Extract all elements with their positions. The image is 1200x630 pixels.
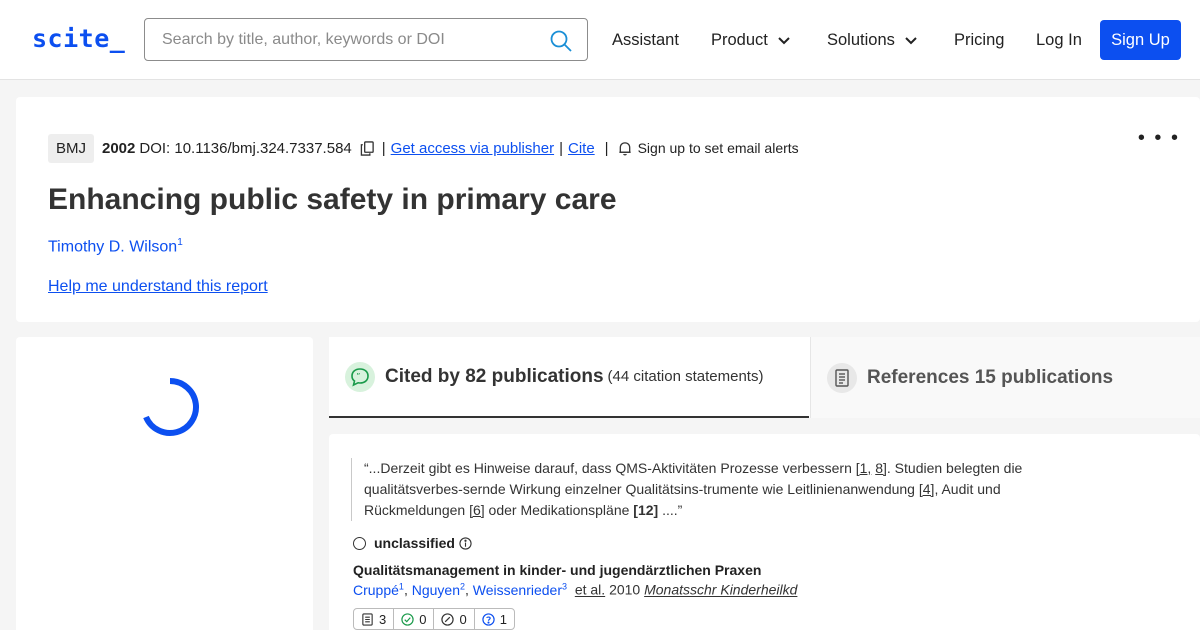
- tab-cited-by[interactable]: ” Cited by 82 publications (44 citation …: [329, 337, 809, 418]
- citing-author-link[interactable]: Weissenrieder3: [472, 581, 568, 598]
- chevron-down-icon: [905, 36, 917, 44]
- citing-author-link[interactable]: Nguyen2: [411, 581, 465, 598]
- et-al-link[interactable]: et al.: [575, 582, 605, 598]
- citation-statements-count: (44 citation statements): [607, 368, 764, 385]
- citation-snippet: “...Derzeit gibt es Hinweise darauf, das…: [351, 458, 1051, 521]
- nav-pricing-label: Pricing: [954, 31, 1005, 49]
- classification-label: unclassified: [374, 535, 455, 551]
- separator: |: [559, 139, 563, 157]
- contrasting-circle-icon: [441, 612, 455, 626]
- document-icon: [362, 612, 373, 626]
- nav-login[interactable]: Log In: [1036, 31, 1082, 50]
- snippet-text: ....”: [658, 502, 683, 518]
- author-name: Timothy D. Wilson: [48, 238, 178, 256]
- supporting-count: 0: [419, 611, 427, 627]
- citing-publication-year: 2010: [609, 581, 641, 598]
- journal-badge: BMJ: [48, 133, 94, 163]
- citing-author-sup: 1: [398, 581, 404, 591]
- unclassified-count: 1: [499, 611, 507, 627]
- cited-by-label: Cited by 82 publications: [385, 365, 604, 387]
- bell-icon[interactable]: [618, 141, 632, 156]
- supporting-stat[interactable]: 0: [394, 609, 435, 629]
- unclassified-stat[interactable]: 1: [475, 609, 514, 629]
- article-header-card: BMJ 2002 DOI: 10.1136/bmj.324.7337.584 |…: [16, 97, 1200, 322]
- article-meta-row: BMJ 2002 DOI: 10.1136/bmj.324.7337.584 |…: [48, 133, 799, 163]
- classification-radio[interactable]: [353, 536, 366, 550]
- author-affiliation-sup: 1: [177, 237, 183, 248]
- citing-journal-link[interactable]: Monatsschr Kinderheilkd: [644, 582, 797, 598]
- citation-statement-card: “...Derzeit gibt es Hinweise darauf, das…: [329, 434, 1200, 630]
- author-link[interactable]: Timothy D. Wilson1: [48, 237, 183, 256]
- citation-tallies: 3 0 0 1: [353, 608, 515, 630]
- nav-solutions-dropdown[interactable]: Solutions: [827, 31, 917, 50]
- contrasting-stat[interactable]: 0: [434, 609, 475, 629]
- nav-pricing[interactable]: Pricing: [954, 31, 1004, 50]
- question-circle-icon: [482, 612, 495, 626]
- contrasting-count: 0: [459, 611, 467, 627]
- mentions-count: 3: [379, 611, 387, 627]
- nav-assistant-label: Assistant: [612, 31, 679, 49]
- citing-author-sup: 3: [562, 581, 568, 591]
- mentions-stat[interactable]: 3: [354, 609, 395, 629]
- access-publisher-link[interactable]: Get access via publisher: [391, 140, 554, 157]
- nav-solutions-label: Solutions: [827, 31, 895, 49]
- top-nav: scite_ Assistant Product Solutions Prici…: [0, 0, 1200, 80]
- cite-link[interactable]: Cite: [568, 140, 595, 157]
- loading-spinner-icon: [143, 378, 199, 436]
- nav-product-label: Product: [711, 31, 768, 49]
- article-title: Enhancing public safety in primary care: [48, 183, 617, 216]
- references-label: References 15 publications: [867, 366, 1114, 388]
- nav-product-dropdown[interactable]: Product: [711, 31, 790, 50]
- scite-logo[interactable]: scite_: [32, 24, 125, 53]
- citing-author-name: Nguyen: [411, 581, 460, 598]
- reference-marker[interactable]: [4]: [919, 481, 935, 497]
- search-box[interactable]: [144, 18, 588, 61]
- search-input[interactable]: [162, 19, 542, 60]
- classification-row: unclassified: [353, 535, 472, 551]
- tallies-panel: [16, 337, 313, 630]
- citing-author-link[interactable]: Cruppé1: [353, 581, 404, 598]
- publication-year: 2002: [102, 139, 136, 157]
- sign-up-button[interactable]: Sign Up: [1100, 20, 1181, 60]
- reference-marker[interactable]: [6]: [469, 502, 485, 518]
- check-circle-icon: [401, 612, 414, 626]
- citing-author-name: Cruppé: [353, 581, 399, 598]
- copy-icon[interactable]: [360, 140, 375, 156]
- snippet-text: “...Derzeit gibt es Hinweise darauf, das…: [364, 460, 856, 476]
- citing-author-name: Weissenrieder: [472, 581, 563, 598]
- help-understand-link[interactable]: Help me understand this report: [48, 278, 268, 296]
- separator: |: [604, 139, 609, 157]
- snippet-text: oder Medikationspläne: [484, 502, 634, 518]
- more-options-icon[interactable]: • • •: [1138, 127, 1180, 150]
- search-icon[interactable]: [549, 29, 573, 53]
- reference-marker-highlighted[interactable]: [12]: [633, 502, 658, 518]
- chevron-down-icon: [778, 36, 790, 44]
- nav-assistant[interactable]: Assistant: [612, 31, 679, 50]
- reference-marker[interactable]: 8]: [875, 460, 887, 476]
- citing-publication-meta: Cruppé1, Nguyen2, Weissenrieder3 et al. …: [353, 581, 798, 598]
- citing-publication-title[interactable]: Qualitätsmanagement in kinder- und jugen…: [353, 562, 761, 578]
- info-icon[interactable]: [459, 536, 472, 550]
- citing-author-sup: 2: [459, 581, 465, 591]
- doi-text: DOI: 10.1136/bmj.324.7337.584: [139, 139, 352, 157]
- document-icon: [827, 362, 857, 393]
- quote-bubble-icon: ”: [345, 361, 375, 392]
- tab-references[interactable]: References 15 publications: [810, 337, 1200, 418]
- separator: |: [381, 139, 386, 157]
- reference-marker[interactable]: [1,: [856, 460, 872, 476]
- nav-login-label: Log In: [1036, 31, 1082, 49]
- citation-tabs: ” Cited by 82 publications (44 citation …: [329, 337, 1200, 418]
- email-alerts-link[interactable]: Sign up to set email alerts: [638, 140, 799, 156]
- svg-text:”: ”: [356, 372, 360, 381]
